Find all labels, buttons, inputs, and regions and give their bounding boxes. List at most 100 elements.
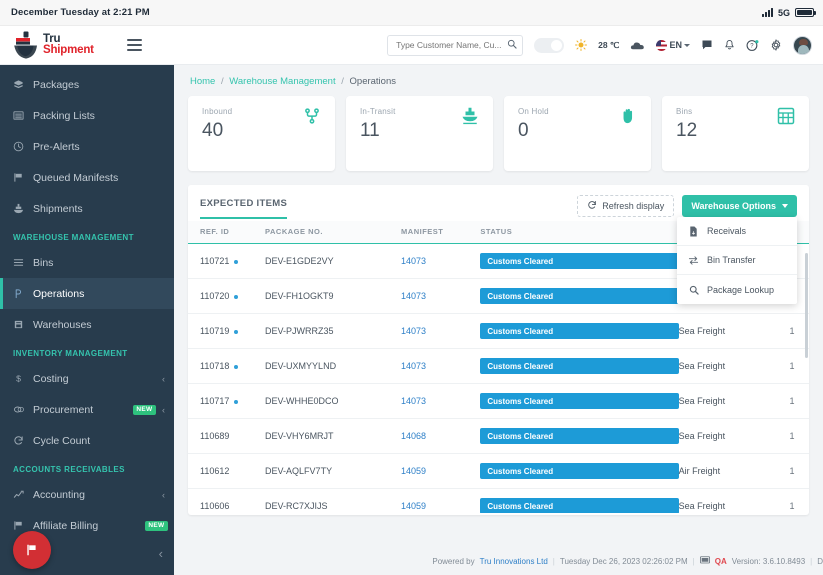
chevron-down-icon bbox=[684, 43, 690, 47]
manifest-link[interactable]: 14073 bbox=[401, 396, 426, 406]
sidebar-item-label: Operations bbox=[33, 287, 85, 300]
sidebar-item-bins[interactable]: Bins bbox=[0, 247, 174, 278]
stat-card-in-transit[interactable]: In-Transit 11 bbox=[346, 96, 493, 171]
menu-toggle-icon[interactable] bbox=[126, 39, 142, 51]
dropdown-item-receivals[interactable]: Receivals bbox=[677, 217, 797, 246]
stat-card-inbound[interactable]: Inbound 40 bbox=[188, 96, 335, 171]
stat-card-on-hold[interactable]: On Hold 0 bbox=[504, 96, 651, 171]
language-selector[interactable]: EN bbox=[656, 39, 690, 51]
table-row[interactable]: 110717 DEV-WHHE0DCO 14073 Customs Cleared Se… bbox=[188, 383, 809, 419]
footer-divider: | bbox=[692, 557, 695, 566]
avatar[interactable] bbox=[793, 35, 812, 55]
dropdown-item-package-lookup[interactable]: Package Lookup bbox=[677, 275, 797, 304]
manifest-link[interactable]: 14059 bbox=[401, 466, 426, 476]
ref-id-value: 110606 bbox=[200, 501, 230, 511]
table-row[interactable]: 110606 DEV-RC7XJIJS 14059 Customs Cleared Se… bbox=[188, 488, 809, 513]
stat-cards: Inbound 40 In-Transit 11 On Hold 0 Bins … bbox=[188, 96, 809, 171]
refresh-icon bbox=[13, 435, 33, 446]
sidebar-item-label: Costing bbox=[33, 372, 69, 385]
package-icon bbox=[13, 79, 33, 90]
manifest-link[interactable]: 14068 bbox=[401, 431, 426, 441]
column-header-package-no[interactable]: PACKAGE NO. bbox=[265, 221, 402, 244]
dropdown-item-bin-transfer[interactable]: Bin Transfer bbox=[677, 246, 797, 275]
manifest-link[interactable]: 14073 bbox=[401, 256, 426, 266]
ref-id-value: 110719 bbox=[200, 326, 230, 336]
stat-card-label: In-Transit bbox=[360, 107, 396, 116]
sidebar-item-shipments[interactable]: Shipments bbox=[0, 193, 174, 224]
footer-company-link[interactable]: Tru Innovations Ltd bbox=[480, 557, 548, 566]
status-dot-icon bbox=[234, 259, 239, 264]
feedback-fab-button[interactable] bbox=[13, 531, 51, 569]
os-status-bar: December Tuesday at 2:21 PM 5G bbox=[0, 0, 823, 26]
table-row[interactable]: 110689 DEV-VHY6MRJT 14068 Customs Cleared Se… bbox=[188, 418, 809, 454]
warehouse-options-button[interactable]: Warehouse Options bbox=[682, 195, 797, 217]
sidebar-item-accounting[interactable]: Accounting ‹ bbox=[0, 479, 174, 510]
search-input[interactable] bbox=[396, 40, 508, 50]
sidebar-item-queued-manifests[interactable]: Queued Manifests bbox=[0, 162, 174, 193]
sun-icon[interactable] bbox=[575, 39, 588, 51]
breadcrumb-warehouse-management[interactable]: Warehouse Management bbox=[229, 76, 335, 87]
breadcrumb-home[interactable]: Home bbox=[190, 76, 215, 87]
table-vertical-scrollbar[interactable] bbox=[805, 253, 808, 358]
cell-ref-id: 110719 bbox=[188, 313, 266, 349]
cell-status: Customs Cleared bbox=[480, 278, 679, 314]
table-row[interactable]: 110612 DEV-AQLFV7TY 14059 Customs Cleared Ai… bbox=[188, 453, 809, 489]
cell-freight: Sea Freight bbox=[678, 383, 775, 419]
manifest-link[interactable]: 14073 bbox=[401, 361, 426, 371]
new-badge: NEW bbox=[144, 520, 168, 531]
refresh-display-button[interactable]: Refresh display bbox=[577, 195, 675, 217]
manifest-link[interactable]: 14073 bbox=[401, 326, 426, 336]
ship-icon bbox=[13, 203, 33, 214]
sidebar-item-packing-lists[interactable]: Packing Lists bbox=[0, 100, 174, 131]
table-row[interactable]: 110718 DEV-UXMYYLND 14073 Customs Cleared Se… bbox=[188, 348, 809, 384]
status-badge: Customs Cleared bbox=[480, 393, 679, 409]
list-icon bbox=[13, 110, 33, 121]
flag-icon bbox=[13, 172, 33, 183]
network-label: 5G bbox=[777, 7, 790, 18]
warehouse-icon bbox=[13, 319, 33, 330]
search-icon[interactable] bbox=[507, 36, 517, 54]
status-badge: Customs Cleared bbox=[480, 253, 679, 269]
stat-card-value: 0 bbox=[518, 120, 529, 141]
manifest-link[interactable]: 14073 bbox=[401, 291, 426, 301]
cell-freight: Sea Freight bbox=[678, 313, 775, 349]
sidebar-item-cycle-count[interactable]: Cycle Count bbox=[0, 425, 174, 456]
sidebar-item-label: Cycle Count bbox=[33, 434, 91, 447]
sidebar-item-costing[interactable]: $ Costing ‹ bbox=[0, 363, 174, 394]
sidebar-item-warehouses[interactable]: Warehouses bbox=[0, 309, 174, 340]
bell-icon[interactable] bbox=[724, 39, 735, 51]
app-root: December Tuesday at 2:21 PM 5G Tru Shipm… bbox=[0, 0, 823, 575]
sidebar-collapse-button[interactable]: ‹ bbox=[159, 546, 163, 561]
column-header-manifest[interactable]: MANIFEST bbox=[401, 221, 481, 244]
manifest-link[interactable]: 14059 bbox=[401, 501, 426, 511]
brand-area: Tru Shipment bbox=[0, 30, 174, 60]
cloud-icon bbox=[630, 40, 645, 51]
sidebar-item-pre-alerts[interactable]: Pre-Alerts bbox=[0, 131, 174, 162]
column-header-ref-id[interactable]: REF. ID bbox=[188, 221, 266, 244]
stat-card-label: On Hold bbox=[518, 107, 549, 116]
refresh-icon bbox=[587, 200, 597, 212]
ref-id-value: 110718 bbox=[200, 361, 230, 371]
sidebar-item-packages[interactable]: Packages bbox=[0, 69, 174, 100]
cell-qty: 1 bbox=[774, 418, 809, 454]
sidebar-item-operations[interactable]: Operations bbox=[0, 278, 174, 309]
bins-icon bbox=[13, 257, 33, 268]
footer-divider: | bbox=[552, 557, 555, 566]
cell-manifest: 14073 bbox=[401, 383, 481, 419]
search-box[interactable] bbox=[387, 34, 524, 56]
tru-shipment-logo-icon[interactable] bbox=[11, 30, 41, 60]
sidebar-item-label: Affiliate Billing bbox=[33, 519, 99, 532]
help-icon[interactable]: ? bbox=[746, 39, 759, 52]
chart-icon bbox=[13, 489, 33, 500]
tab-expected-items[interactable]: EXPECTED ITEMS bbox=[200, 198, 288, 219]
cell-package-no: DEV-RC7XJIJS bbox=[265, 488, 402, 513]
chat-icon[interactable] bbox=[701, 39, 713, 51]
column-header-status[interactable]: STATUS bbox=[480, 221, 679, 244]
theme-toggle[interactable] bbox=[534, 37, 565, 53]
stat-card-bins[interactable]: Bins 12 bbox=[662, 96, 809, 171]
footer-version: Version: 3.6.10.8493 bbox=[731, 557, 806, 566]
cell-freight: Sea Freight bbox=[678, 488, 775, 513]
sidebar-item-procurement[interactable]: Procurement NEW ‹ bbox=[0, 394, 174, 425]
gear-icon[interactable] bbox=[770, 39, 782, 51]
table-row[interactable]: 110719 DEV-PJWRRZ35 14073 Customs Cleared Se… bbox=[188, 313, 809, 349]
